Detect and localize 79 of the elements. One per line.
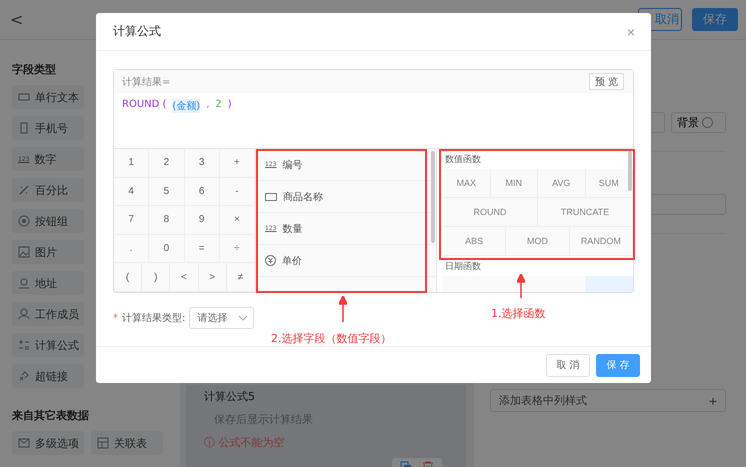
image-icon	[18, 246, 30, 258]
field-type-item[interactable]: 手机号	[12, 116, 84, 140]
required-mark: *	[113, 312, 118, 324]
keypad-key[interactable]: >	[198, 263, 227, 292]
result-type-select[interactable]: 请选择	[189, 307, 254, 329]
keypad-key[interactable]: .	[114, 234, 150, 264]
field-type-item[interactable]: 按钮组	[12, 209, 84, 233]
error-message: ⓘ 公式不能为空	[204, 435, 286, 450]
dialog-title: 计算公式	[113, 23, 161, 40]
back-button[interactable]: <	[10, 10, 24, 29]
keypad-key[interactable]: 5	[149, 178, 184, 206]
save-button[interactable]: 保 存	[596, 354, 640, 376]
field-type-item[interactable]: 多级选项	[12, 431, 84, 455]
keypad-key[interactable]: 0	[149, 234, 184, 264]
function-item[interactable]: MAX	[443, 169, 490, 198]
percent-icon	[18, 184, 30, 196]
keypad-key[interactable]: 8	[149, 206, 184, 235]
function-item[interactable]: MIN	[490, 169, 538, 198]
text-field-icon	[18, 91, 30, 103]
keypad-key[interactable]: ×	[220, 206, 255, 235]
keypad-key[interactable]: 4	[114, 178, 150, 206]
link-icon	[18, 370, 30, 382]
field-type-item[interactable]: 计算公式	[12, 333, 84, 357]
keypad-key[interactable]: 1	[114, 149, 150, 178]
result-label: 计算结果=	[122, 76, 170, 88]
text-field-icon	[265, 192, 277, 200]
radio-icon	[18, 215, 30, 227]
function-item[interactable]: MOD	[506, 227, 570, 256]
field-item[interactable]: 单价	[256, 245, 436, 277]
function-item[interactable]: AVG	[538, 169, 586, 198]
field-type-item[interactable]: 关联表	[91, 431, 163, 455]
keypad-key[interactable]: -	[220, 178, 255, 206]
function-group-title: 数值函数	[444, 154, 482, 166]
close-button[interactable]: ×	[626, 24, 635, 40]
keypad-key[interactable]: 3	[184, 149, 220, 178]
function-group-title: 日期函数	[444, 260, 482, 274]
arrow	[339, 296, 347, 322]
annotation-text: 2.选择字段（数值字段）	[271, 331, 392, 346]
section-title: 来自其它表数据	[12, 408, 90, 423]
keypad-key[interactable]: )	[142, 263, 170, 292]
keypad-key[interactable]: ÷	[220, 234, 255, 264]
function-item[interactable]: ROUND	[443, 198, 538, 227]
function-item[interactable]: SUM	[586, 169, 633, 198]
chevron-down-icon	[238, 315, 248, 321]
keypad-key[interactable]: ≠	[226, 263, 256, 292]
cancel-button[interactable]: 取 消	[546, 354, 590, 376]
section-title: 字段类型	[12, 62, 57, 77]
background-button[interactable]: 背景	[671, 112, 726, 133]
field-item[interactable]: 商品名称	[256, 181, 436, 213]
phone-icon	[18, 122, 30, 134]
field-title: 计算公式5	[204, 389, 256, 404]
field-type-item[interactable]: 地址	[12, 271, 84, 295]
function-item[interactable]: TRUNCATE	[538, 198, 633, 227]
result-type-label: 计算结果类型:	[122, 312, 186, 325]
keypad-key[interactable]: =	[184, 234, 220, 264]
keypad-key[interactable]: 7	[114, 206, 150, 235]
preview-button[interactable]: 预 览	[589, 73, 624, 90]
location-icon	[18, 277, 30, 289]
keypad-key[interactable]: 6	[184, 178, 220, 206]
arrow	[517, 274, 525, 298]
table-icon	[97, 437, 109, 449]
add-column-style-button[interactable]: 添加表格中列样式 +	[490, 389, 726, 412]
calculator-icon	[18, 339, 30, 351]
keypad-key[interactable]: +	[220, 149, 255, 178]
field-type-item[interactable]: 单行文本	[12, 85, 84, 109]
field-type-item[interactable]: 工作成员	[12, 302, 84, 326]
keypad-key[interactable]: (	[114, 263, 142, 292]
field-type-item[interactable]: 超链接	[12, 364, 84, 388]
function-item[interactable]: ABS	[443, 227, 506, 256]
user-icon	[18, 308, 30, 320]
field-type-item[interactable]: 图片	[12, 240, 84, 264]
keypad-key[interactable]: <	[170, 263, 199, 292]
keypad-key[interactable]: 9	[184, 206, 220, 235]
field-type-item[interactable]: 百分比	[12, 178, 84, 202]
function-item[interactable]: RANDOM	[570, 227, 633, 256]
currency-icon	[265, 255, 276, 266]
keypad-key[interactable]: 2	[149, 149, 184, 178]
envelope-icon	[18, 437, 30, 449]
annotation-text: 1.选择函数	[491, 306, 546, 321]
